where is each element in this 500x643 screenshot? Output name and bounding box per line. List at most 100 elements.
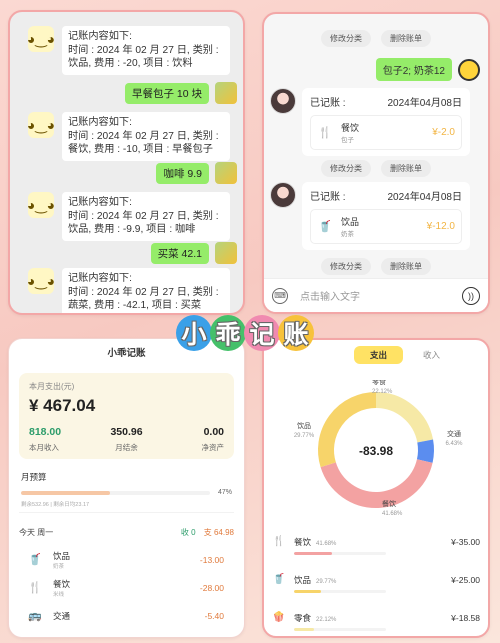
delete-bill-button[interactable]: 删除账单	[381, 160, 431, 177]
assistant-avatar	[270, 88, 296, 114]
keyboard-icon[interactable]: ⌨	[272, 287, 288, 304]
donut-label-percent: 22.12%	[372, 389, 393, 395]
tx-name: 交通	[53, 611, 71, 621]
bot-message: ◕‿◕ 记账内容如下: 时间 : 2024 年 02 月 27 日, 类别 : …	[10, 192, 230, 241]
bot-line: 饮品, 费用 : -20, 项目 : 饮料	[68, 58, 193, 69]
income-label: 本月收入	[29, 443, 59, 452]
category-bar	[294, 628, 386, 631]
category-row[interactable]: 🍿 零食 22.12% ¥-18.58	[272, 612, 480, 631]
category-bar	[294, 552, 386, 555]
category-breakdown-panel: 支出 收入 -83.98 零食 22.12% 交通 6.43% 餐饮 41.68% 饮品 29…	[262, 338, 490, 638]
action-chips: 修改分类 删除账单	[264, 30, 488, 47]
tx-name: 餐饮	[53, 579, 71, 589]
record-card[interactable]: 已记账 : 2024年04月08日 🍴 餐饮 包子 ¥-2.0	[302, 88, 470, 156]
utensils-icon: 🍴	[272, 536, 286, 547]
user-message: 咖啡 9.9	[156, 162, 237, 184]
modify-category-button[interactable]: 修改分类	[321, 30, 371, 47]
bus-icon: 🚌	[28, 610, 42, 622]
logo-char: 小	[176, 315, 212, 351]
month-expense-total: ¥ 467.04	[29, 396, 96, 415]
category-row[interactable]: 🍴 餐饮 41.68% ¥-35.00	[272, 536, 480, 555]
user-message: 早餐包子 10 块	[124, 82, 237, 104]
donut-label: 零食	[372, 380, 386, 386]
donut-slice-1	[375, 392, 434, 443]
budget-progress-fill	[21, 490, 110, 495]
donut-label-percent: 29.77%	[294, 433, 315, 439]
category-bar-fill	[294, 628, 315, 631]
transaction-row[interactable]: 🍴 餐饮 米线 -28.00	[19, 574, 234, 602]
category-amount: ¥-35.00	[451, 537, 480, 547]
snack-icon: 🍿	[272, 612, 286, 623]
transaction-row[interactable]: 🚌 交通 -5.40	[19, 602, 234, 630]
bot-line: 蔬菜, 费用 : -42.1, 项目 : 买菜	[68, 300, 202, 311]
card-title: 已记账 :	[310, 192, 346, 203]
utensils-icon: 🍴	[318, 126, 332, 139]
drink-icon: 🥤	[272, 574, 286, 585]
user-bubble: 包子2; 奶茶12	[375, 58, 452, 81]
item-amount: ¥-2.0	[432, 127, 455, 138]
bot-line: 饮品, 费用 : -9.9, 项目 : 咖啡	[68, 224, 196, 235]
budget-remaining: 剩余532.96 | 剩余日均23.17	[21, 502, 90, 508]
bot-avatar-icon: ◕‿◕	[27, 192, 55, 218]
budget-section[interactable]: 月预算 47% 剩余532.96 | 剩余日均23.17	[19, 467, 234, 513]
card-title: 已记账 :	[310, 98, 346, 109]
balance-value: 350.96	[110, 426, 143, 438]
item-name: 饮品	[341, 217, 360, 227]
item-name: 餐饮	[341, 123, 360, 133]
day-header: 今天 周一 收 0 支 64.98	[19, 527, 234, 538]
category-percent: 41.68%	[316, 541, 337, 547]
voice-icon[interactable]: ))	[462, 286, 480, 305]
user-bubble: 早餐包子 10 块	[124, 82, 209, 104]
record-item[interactable]: 🍴 餐饮 包子 ¥-2.0	[310, 115, 462, 150]
transaction-row[interactable]: 🥤 饮品 奶茶 -13.00	[19, 546, 234, 574]
category-row[interactable]: 🥤 饮品 29.77% ¥-25.00	[272, 574, 480, 593]
ledger-chat-panel: 修改分类 删除账单 包子2; 奶茶12 已记账 : 2024年04月08日 🍴 …	[262, 12, 490, 314]
bot-line: 时间 : 2024 年 02 月 27 日, 类别 :	[68, 44, 219, 56]
tab-income[interactable]: 收入	[423, 349, 440, 361]
category-bar	[294, 590, 386, 593]
bot-avatar-icon: ◕‿◕	[27, 268, 55, 294]
category-amount: ¥-25.00	[451, 575, 480, 585]
net-assets-value: 0.00	[203, 426, 224, 438]
bot-message: ◕‿◕ 记账内容如下: 时间 : 2024 年 02 月 27 日, 类别 : …	[10, 26, 230, 75]
donut-label-percent: 6.43%	[445, 441, 463, 447]
bot-bubble: 记账内容如下: 时间 : 2024 年 02 月 27 日, 类别 : 饮品, …	[62, 26, 230, 75]
stats-panel: 小乖记账 本月支出(元) ¥ 467.04 818.00 本月收入 350.96…	[8, 338, 245, 638]
category-bar-fill	[294, 552, 333, 555]
tx-amount: -13.00	[199, 555, 224, 565]
bot-line: 记账内容如下:	[68, 197, 132, 208]
budget-percent: 47%	[217, 489, 232, 496]
modify-category-button[interactable]: 修改分类	[321, 160, 371, 177]
item-sub: 奶茶	[341, 231, 354, 238]
tx-sub: 米线	[53, 592, 65, 598]
bot-bubble: 记账内容如下: 时间 : 2024 年 02 月 27 日, 类别 : 饮品, …	[62, 192, 230, 241]
donut-label: 餐饮	[382, 499, 396, 508]
record-card[interactable]: 已记账 : 2024年04月08日 🥤 饮品 奶茶 ¥-12.0	[302, 182, 470, 250]
bot-line: 时间 : 2024 年 02 月 27 日, 类别 :	[68, 210, 219, 222]
message-input[interactable]: 点击输入文字	[300, 288, 462, 303]
card-date: 2024年04月08日	[387, 192, 463, 203]
item-amount: ¥-12.0	[426, 221, 455, 232]
delete-bill-button[interactable]: 删除账单	[381, 30, 431, 47]
delete-bill-button[interactable]: 删除账单	[381, 258, 431, 275]
assistant-avatar	[270, 182, 296, 208]
logo-char: 记	[244, 315, 280, 351]
modify-category-button[interactable]: 修改分类	[321, 258, 371, 275]
ledger-card: 已记账 : 2024年04月08日 🥤 饮品 奶茶 ¥-12.0	[270, 182, 470, 250]
app-logo: 小 乖 记 账	[176, 315, 314, 351]
tx-sub: 奶茶	[53, 564, 65, 570]
user-message: 买菜 42.1	[150, 242, 237, 264]
donut-slice-2	[416, 439, 434, 463]
record-item[interactable]: 🥤 饮品 奶茶 ¥-12.0	[310, 209, 462, 244]
net-assets-label: 净资产	[201, 443, 225, 452]
utensils-icon: 🍴	[28, 582, 42, 594]
tab-expense[interactable]: 支出	[354, 346, 404, 364]
donut-label: 交通	[447, 429, 461, 438]
budget-title: 月预算	[21, 472, 47, 482]
item-sub: 包子	[341, 137, 354, 144]
user-bubble: 咖啡 9.9	[156, 162, 209, 184]
income-value: 818.00	[29, 426, 62, 438]
bot-bubble: 记账内容如下: 时间 : 2024 年 02 月 27 日, 类别 : 餐饮, …	[62, 112, 230, 161]
bot-line: 记账内容如下:	[68, 117, 132, 128]
user-message: 包子2; 奶茶12	[375, 58, 480, 81]
